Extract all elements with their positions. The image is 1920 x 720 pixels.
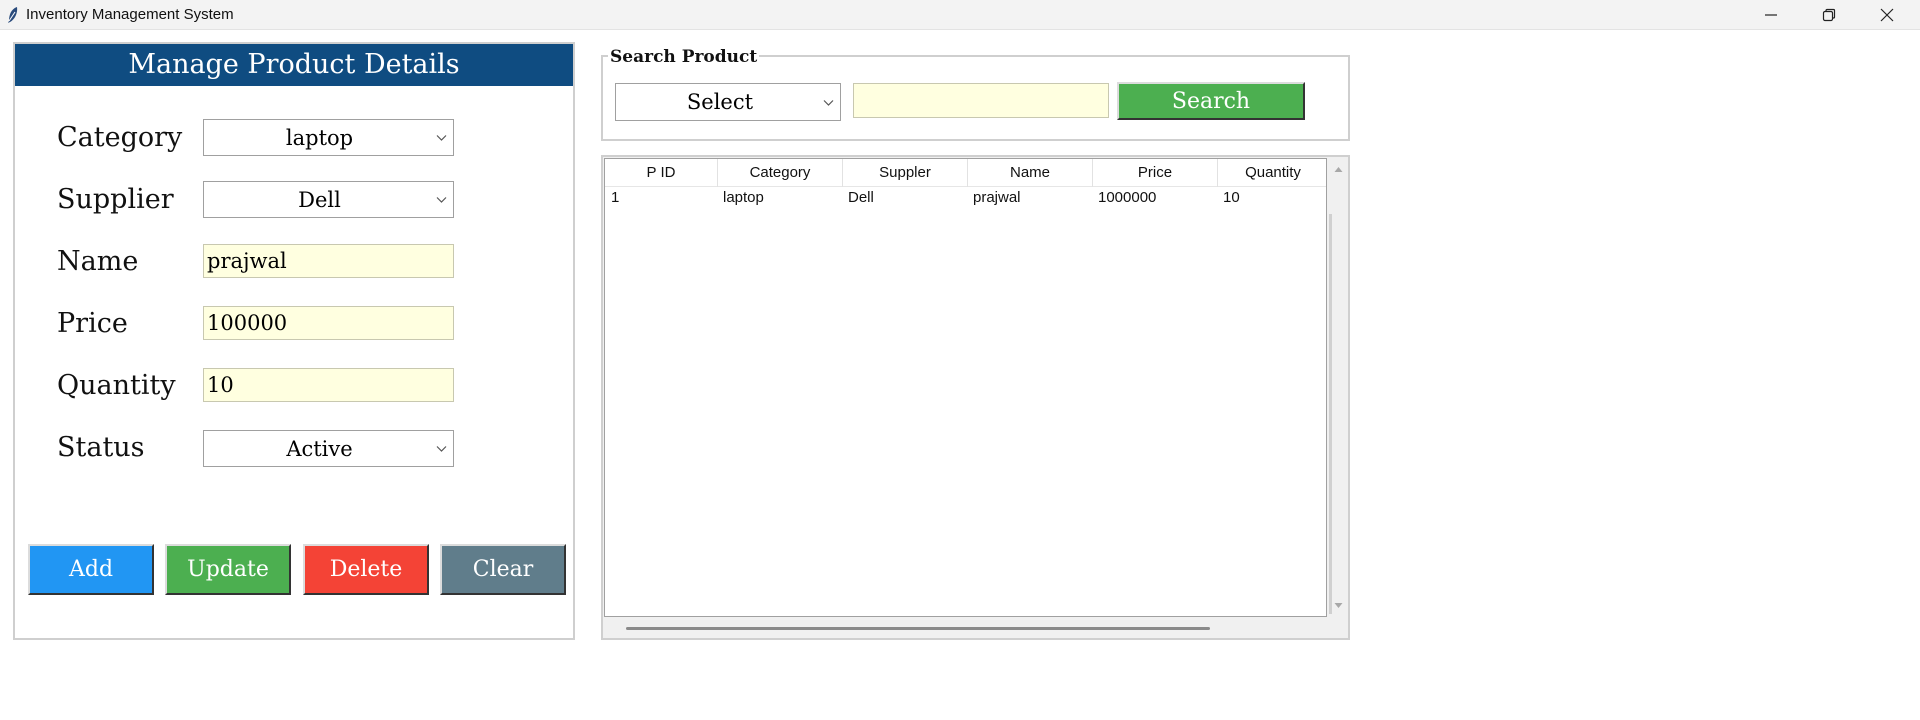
price-input[interactable]: 100000 <box>203 306 454 340</box>
search-button[interactable]: Search <box>1117 82 1305 120</box>
cell-name: prajwal <box>973 189 1021 206</box>
search-by-value: Select <box>686 90 754 114</box>
panel-heading: Manage Product Details <box>15 44 573 86</box>
supplier-label: Supplier <box>57 184 174 215</box>
cell-price: 1000000 <box>1098 189 1157 206</box>
supplier-value: Dell <box>298 187 341 212</box>
vertical-scroll-thumb[interactable] <box>1329 214 1332 614</box>
search-legend: Search Product <box>608 47 760 67</box>
minimize-button[interactable] <box>1742 0 1800 30</box>
status-select[interactable]: Active <box>203 430 454 467</box>
quantity-label: Quantity <box>57 370 176 401</box>
column-header-pid[interactable]: P ID <box>605 159 718 187</box>
update-button[interactable]: Update <box>165 544 291 595</box>
product-form-panel: Manage Product Details Category laptop S… <box>13 42 575 640</box>
vertical-scrollbar[interactable] <box>1329 158 1348 617</box>
cell-quantity: 10 <box>1223 189 1240 206</box>
column-header-category[interactable]: Category <box>718 159 843 187</box>
name-label: Name <box>57 246 139 277</box>
chevron-down-icon <box>436 446 447 452</box>
price-label: Price <box>57 308 128 339</box>
restore-icon <box>1822 8 1836 22</box>
add-button[interactable]: Add <box>28 544 154 595</box>
scroll-down-icon[interactable] <box>1334 601 1343 610</box>
search-input[interactable] <box>853 83 1109 118</box>
title-bar: Inventory Management System <box>0 0 1920 30</box>
table-row[interactable]: 1 laptop Dell prajwal 1000000 10 <box>605 187 1326 209</box>
close-icon <box>1880 8 1894 22</box>
feather-icon <box>6 6 20 24</box>
cell-supplier: Dell <box>848 189 874 206</box>
window-title: Inventory Management System <box>26 6 234 23</box>
chevron-down-icon <box>823 100 834 106</box>
restore-button[interactable] <box>1800 0 1858 30</box>
product-table[interactable]: P ID Category Suppler Name Price Quantit… <box>604 158 1327 617</box>
category-select[interactable]: laptop <box>203 119 454 156</box>
scroll-up-icon[interactable] <box>1334 165 1343 174</box>
column-header-price[interactable]: Price <box>1093 159 1218 187</box>
quantity-input[interactable]: 10 <box>203 368 454 402</box>
delete-button[interactable]: Delete <box>303 544 429 595</box>
column-header-name[interactable]: Name <box>968 159 1093 187</box>
product-table-frame: P ID Category Suppler Name Price Quantit… <box>601 155 1350 640</box>
status-label: Status <box>57 432 145 463</box>
column-header-quantity[interactable]: Quantity <box>1218 159 1326 187</box>
chevron-down-icon <box>436 135 447 141</box>
search-by-select[interactable]: Select <box>615 83 841 121</box>
search-frame: Search Product Select Search <box>601 47 1350 141</box>
close-button[interactable] <box>1858 0 1916 30</box>
cell-category: laptop <box>723 189 764 206</box>
column-header-supplier[interactable]: Suppler <box>843 159 968 187</box>
table-header: P ID Category Suppler Name Price Quantit… <box>605 159 1326 187</box>
horizontal-scroll-thumb[interactable] <box>626 627 1210 630</box>
status-value: Active <box>286 436 353 461</box>
name-input[interactable]: prajwal <box>203 244 454 278</box>
category-label: Category <box>57 122 183 153</box>
clear-button[interactable]: Clear <box>440 544 566 595</box>
category-value: laptop <box>285 125 354 150</box>
supplier-select[interactable]: Dell <box>203 181 454 218</box>
cell-pid: 1 <box>611 189 620 206</box>
chevron-down-icon <box>436 197 447 203</box>
minimize-icon <box>1765 14 1777 16</box>
horizontal-scrollbar[interactable] <box>604 620 1347 638</box>
